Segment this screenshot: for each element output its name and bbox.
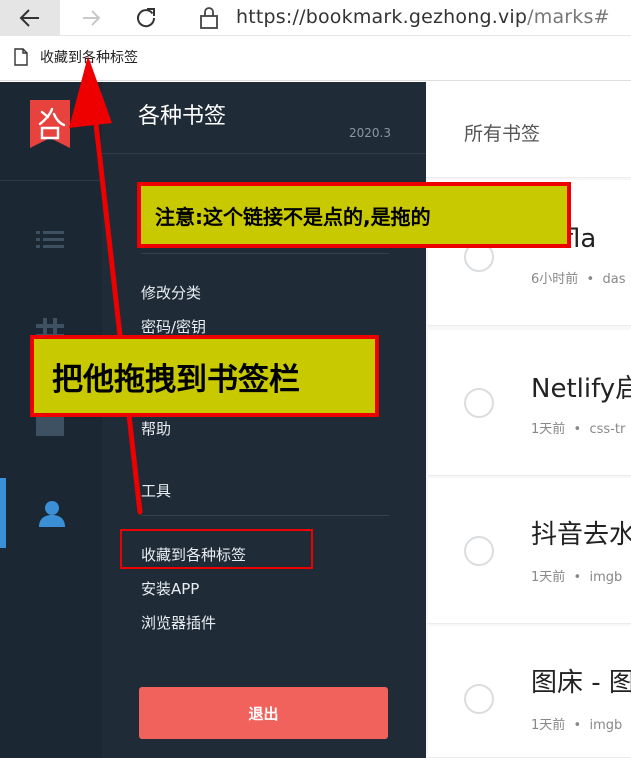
drag-to-bar-note: 把他拖拽到书签栏 [30, 335, 379, 417]
drag-note: 注意:这个链接不是点的,是拖的 [137, 182, 571, 248]
drag-note-text: 注意:这个链接不是点的,是拖的 [141, 186, 567, 244]
screenshot: https://bookmark.gezhong.vip/marks# 收藏到各… [0, 0, 631, 758]
drag-to-bar-text: 把他拖拽到书签栏 [34, 339, 375, 413]
